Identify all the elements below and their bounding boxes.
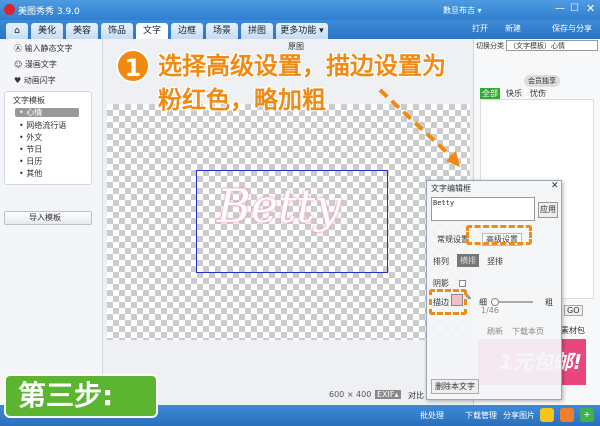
compare-button[interactable]: 对比 [408,390,424,401]
download-page-button[interactable]: 下载本页 [512,326,544,337]
weibo-icon[interactable] [560,408,574,422]
canvas-text[interactable]: Betty [217,179,341,233]
go-button[interactable]: GO [564,305,583,316]
tab-beautify[interactable]: 美化 [31,23,63,39]
image-size-label: 600 × 400 [329,390,372,399]
step-number-badge: 1 [116,49,150,83]
page-indicator: 1/46 [481,306,499,315]
animated-text-button[interactable]: ♥ 动画闪字 [14,75,56,86]
vertical-button[interactable]: 竖排 [487,256,503,267]
share-image-button[interactable]: 分享图片 [503,410,535,421]
refresh-button[interactable]: 刷新 [487,326,503,337]
comic-text-button[interactable]: ☺ 漫画文字 [14,59,57,70]
tab-normal-settings[interactable]: 常规设置 [437,234,469,245]
slider-handle[interactable] [491,298,500,306]
annotation-line-2: 粉红色，略加粗 [158,86,326,114]
category-item[interactable]: • 网络流行语 [19,120,66,131]
category-item[interactable]: • 日历 [19,156,42,167]
annotation-highlight-advanced [466,225,532,245]
add-icon[interactable]: + [580,408,594,422]
maximize-button[interactable]: ☐ [570,3,579,14]
label: 漫画文字 [24,60,57,69]
label: 网络流行语 [26,121,67,130]
category-item[interactable]: • 节日 [19,144,42,155]
shadow-label: 阴影 [433,279,449,288]
shadow-checkbox[interactable] [459,280,466,287]
annotation-arrow [378,88,460,167]
annotation-line-1: 选择高级设置，描边设置为 [158,52,446,80]
import-template-button[interactable]: 导入模板 [4,211,92,225]
minimize-button[interactable]: — [555,3,565,14]
category-item[interactable]: • 其他 [19,168,42,179]
static-text-button[interactable]: Ⓐ 输入静态文字 [14,43,73,54]
left-panel: Ⓐ 输入静态文字 ☺ 漫画文字 ♥ 动画闪字 文字模板 • 心情 • 网络流行语… [0,39,103,405]
tab-collage[interactable]: 拼图 [241,23,273,39]
batch-button[interactable]: 批处理 [420,410,444,421]
delete-text-button[interactable]: 删除本文字 [431,379,479,394]
filter-sad[interactable]: 忧伤 [530,88,546,99]
filter-happy[interactable]: 快乐 [506,88,522,99]
template-panel: 文字模板 • 心情 • 网络流行语 • 外文 • 节日 • 日历 • 其他 [4,91,92,185]
tab-decor[interactable]: 饰品 [101,23,133,39]
annotation-highlight-stroke [429,289,467,315]
stroke-width-slider[interactable] [491,298,533,306]
label: 输入静态文字 [24,44,73,53]
horizontal-button[interactable]: 横排 [457,254,479,267]
label: 外文 [26,133,43,142]
title-bar: 美图秀秀 3.9.0 數旦布吉 ▾ — ☐ ✕ [0,0,600,20]
label: 节日 [26,145,43,154]
open-button[interactable]: 打开 [472,23,488,34]
download-manager-button[interactable]: 下载管理 [465,410,497,421]
category-mood[interactable]: • 心情 [15,108,79,117]
qzone-icon[interactable] [540,408,554,422]
category-label: 切换分类 [476,42,504,50]
label: 动画闪字 [23,76,56,85]
category-item[interactable]: • 外文 [19,132,42,143]
new-button[interactable]: 新建 [505,23,521,34]
exif-button[interactable]: EXIF▴ [375,390,401,399]
material-pack-button[interactable]: 素材包 [561,325,585,336]
text-input[interactable]: Betty [431,197,535,221]
app-title: 美图秀秀 3.9.0 [18,7,80,17]
save-share-button[interactable]: 保存与分享 [552,23,592,34]
dialog-title: 文字编辑框 [431,184,471,193]
tab-frame[interactable]: 边框 [171,23,203,39]
label: 其他 [26,169,43,178]
tab-more[interactable]: 更多功能 ▾ [276,23,328,39]
text-selection-box[interactable]: Betty [196,170,388,273]
category-select[interactable]: （文字模板）心情 [506,40,598,51]
tab-text[interactable]: 文字 [136,23,168,39]
home-icon[interactable]: ⌂ [6,23,28,39]
thick-label: 粗 [545,298,553,307]
arrange-label: 排列 [433,257,449,266]
tab-face[interactable]: 美容 [66,23,98,39]
close-button[interactable]: ✕ [586,2,595,15]
template-title: 文字模板 [13,96,45,105]
step-label: 第三步: [4,374,158,418]
label: 日历 [26,157,43,166]
user-menu[interactable]: 數旦布吉 ▾ [443,5,482,16]
tab-scene[interactable]: 场景 [206,23,238,39]
member-tab[interactable]: 会员独享 [524,75,560,87]
app-logo-icon [4,4,15,15]
dialog-close-icon[interactable]: ✕ [551,181,559,191]
label: 心情 [26,108,43,117]
filter-all[interactable]: 全部 [480,88,500,99]
apply-button[interactable]: 应用 [538,202,558,218]
main-tabs: ⌂ 美化 美容 饰品 文字 边框 场景 拼图 更多功能 ▾ 打开 新建 保存与分… [0,20,600,39]
